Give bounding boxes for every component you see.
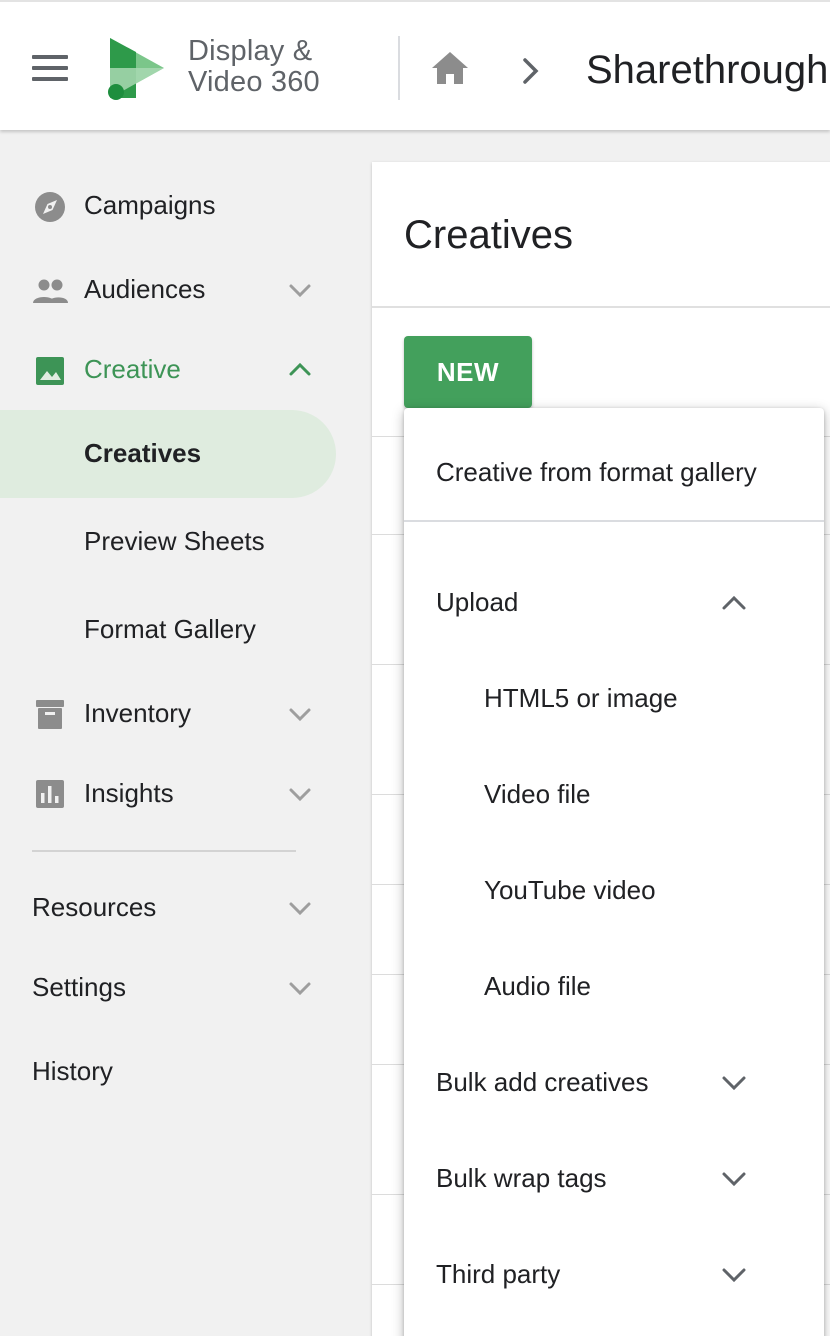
menu-item-label: Bulk add creatives bbox=[436, 1067, 649, 1097]
menu-divider bbox=[404, 520, 824, 522]
menu-item-label: Audio file bbox=[484, 971, 591, 1001]
sidebar-item-insights[interactable]: Insights bbox=[0, 763, 336, 823]
menu-item-label: Upload bbox=[436, 587, 519, 617]
header-divider bbox=[398, 36, 400, 100]
sidebar-item-label: Creative bbox=[84, 354, 181, 384]
menu-item-video-file[interactable]: Video file bbox=[404, 762, 824, 826]
chevron-down-icon[interactable] bbox=[284, 275, 316, 305]
sidebar-item-audiences[interactable]: Audiences bbox=[0, 259, 336, 319]
chevron-up-icon[interactable] bbox=[718, 588, 750, 618]
dv360-logo-icon[interactable] bbox=[104, 32, 170, 104]
chevron-right-icon bbox=[523, 58, 539, 84]
sidebar-item-label: Insights bbox=[84, 778, 174, 808]
image-icon bbox=[36, 357, 64, 385]
menu-item-label: Third party bbox=[436, 1259, 561, 1289]
sidebar-item-inventory[interactable]: Inventory bbox=[0, 683, 336, 743]
bar-chart-icon bbox=[36, 780, 64, 808]
sidebar-item-label: Settings bbox=[32, 972, 126, 1002]
sidebar-item-label: Resources bbox=[32, 892, 157, 922]
chevron-down-icon[interactable] bbox=[718, 1164, 750, 1194]
sidebar-item-format-gallery[interactable]: Format Gallery bbox=[0, 586, 336, 674]
menu-item-upload[interactable]: Upload bbox=[404, 570, 824, 634]
sidebar-item-history[interactable]: History bbox=[0, 1041, 336, 1101]
sidebar-item-settings[interactable]: Settings bbox=[0, 957, 336, 1017]
page-title: Creatives bbox=[404, 213, 573, 257]
hamburger-menu-icon[interactable] bbox=[26, 46, 74, 90]
chevron-down-icon[interactable] bbox=[284, 699, 316, 729]
sidebar-item-label: History bbox=[32, 1056, 113, 1086]
archive-box-icon bbox=[36, 700, 64, 729]
menu-item-youtube-video[interactable]: YouTube video bbox=[404, 858, 824, 922]
menu-item-label: Creative from format gallery bbox=[436, 457, 757, 487]
sidebar-item-campaigns[interactable]: Campaigns bbox=[0, 175, 336, 235]
new-creative-menu: Creative from format gallery Upload HTML… bbox=[404, 408, 824, 1336]
chevron-up-icon[interactable] bbox=[284, 355, 316, 385]
product-name-line1: Display & bbox=[188, 35, 313, 67]
sidebar-subitem-label: Format Gallery bbox=[84, 614, 256, 644]
sidebar-divider bbox=[32, 850, 296, 852]
people-icon bbox=[33, 279, 68, 303]
sidebar-subitem-label: Preview Sheets bbox=[84, 526, 265, 556]
menu-item-audio-file[interactable]: Audio file bbox=[404, 954, 824, 1018]
home-icon[interactable] bbox=[428, 46, 472, 90]
product-name: Display & Video 360 bbox=[188, 36, 320, 98]
menu-item-label: Bulk wrap tags bbox=[436, 1163, 607, 1193]
product-name-line2: Video 360 bbox=[188, 66, 320, 98]
sidebar-item-preview-sheets[interactable]: Preview Sheets bbox=[0, 498, 336, 586]
menu-item-bulk-wrap-tags[interactable]: Bulk wrap tags bbox=[404, 1146, 824, 1210]
title-divider bbox=[372, 306, 830, 308]
chevron-down-icon[interactable] bbox=[718, 1068, 750, 1098]
new-button[interactable]: NEW bbox=[404, 336, 532, 408]
menu-item-format-gallery[interactable]: Creative from format gallery bbox=[404, 408, 824, 520]
sidebar-item-resources[interactable]: Resources bbox=[0, 877, 336, 937]
compass-icon bbox=[35, 192, 65, 222]
sidebar-subitem-label: Creatives bbox=[84, 438, 202, 468]
chevron-down-icon[interactable] bbox=[284, 973, 316, 1003]
sidebar-item-label: Audiences bbox=[84, 274, 206, 304]
chevron-down-icon[interactable] bbox=[284, 893, 316, 923]
menu-item-label: YouTube video bbox=[484, 875, 656, 905]
menu-item-label: HTML5 or image bbox=[484, 683, 678, 713]
breadcrumb-partner-name[interactable]: Sharethrough bbox=[586, 44, 828, 96]
sidebar-item-label: Inventory bbox=[84, 698, 191, 728]
menu-item-third-party[interactable]: Third party bbox=[404, 1242, 824, 1306]
sidebar-item-creative[interactable]: Creative bbox=[0, 339, 336, 399]
menu-item-html5-or-image[interactable]: HTML5 or image bbox=[404, 666, 824, 730]
app-header: Display & Video 360 Sharethrough bbox=[0, 0, 830, 130]
chevron-down-icon[interactable] bbox=[718, 1260, 750, 1290]
sidebar-nav: Campaigns Audiences Creative Creatives P… bbox=[0, 130, 372, 1336]
sidebar-item-label: Campaigns bbox=[84, 190, 216, 220]
sidebar-item-creatives[interactable]: Creatives bbox=[0, 410, 336, 498]
menu-item-bulk-add-creatives[interactable]: Bulk add creatives bbox=[404, 1050, 824, 1114]
chevron-down-icon[interactable] bbox=[284, 779, 316, 809]
menu-item-label: Video file bbox=[484, 779, 591, 809]
